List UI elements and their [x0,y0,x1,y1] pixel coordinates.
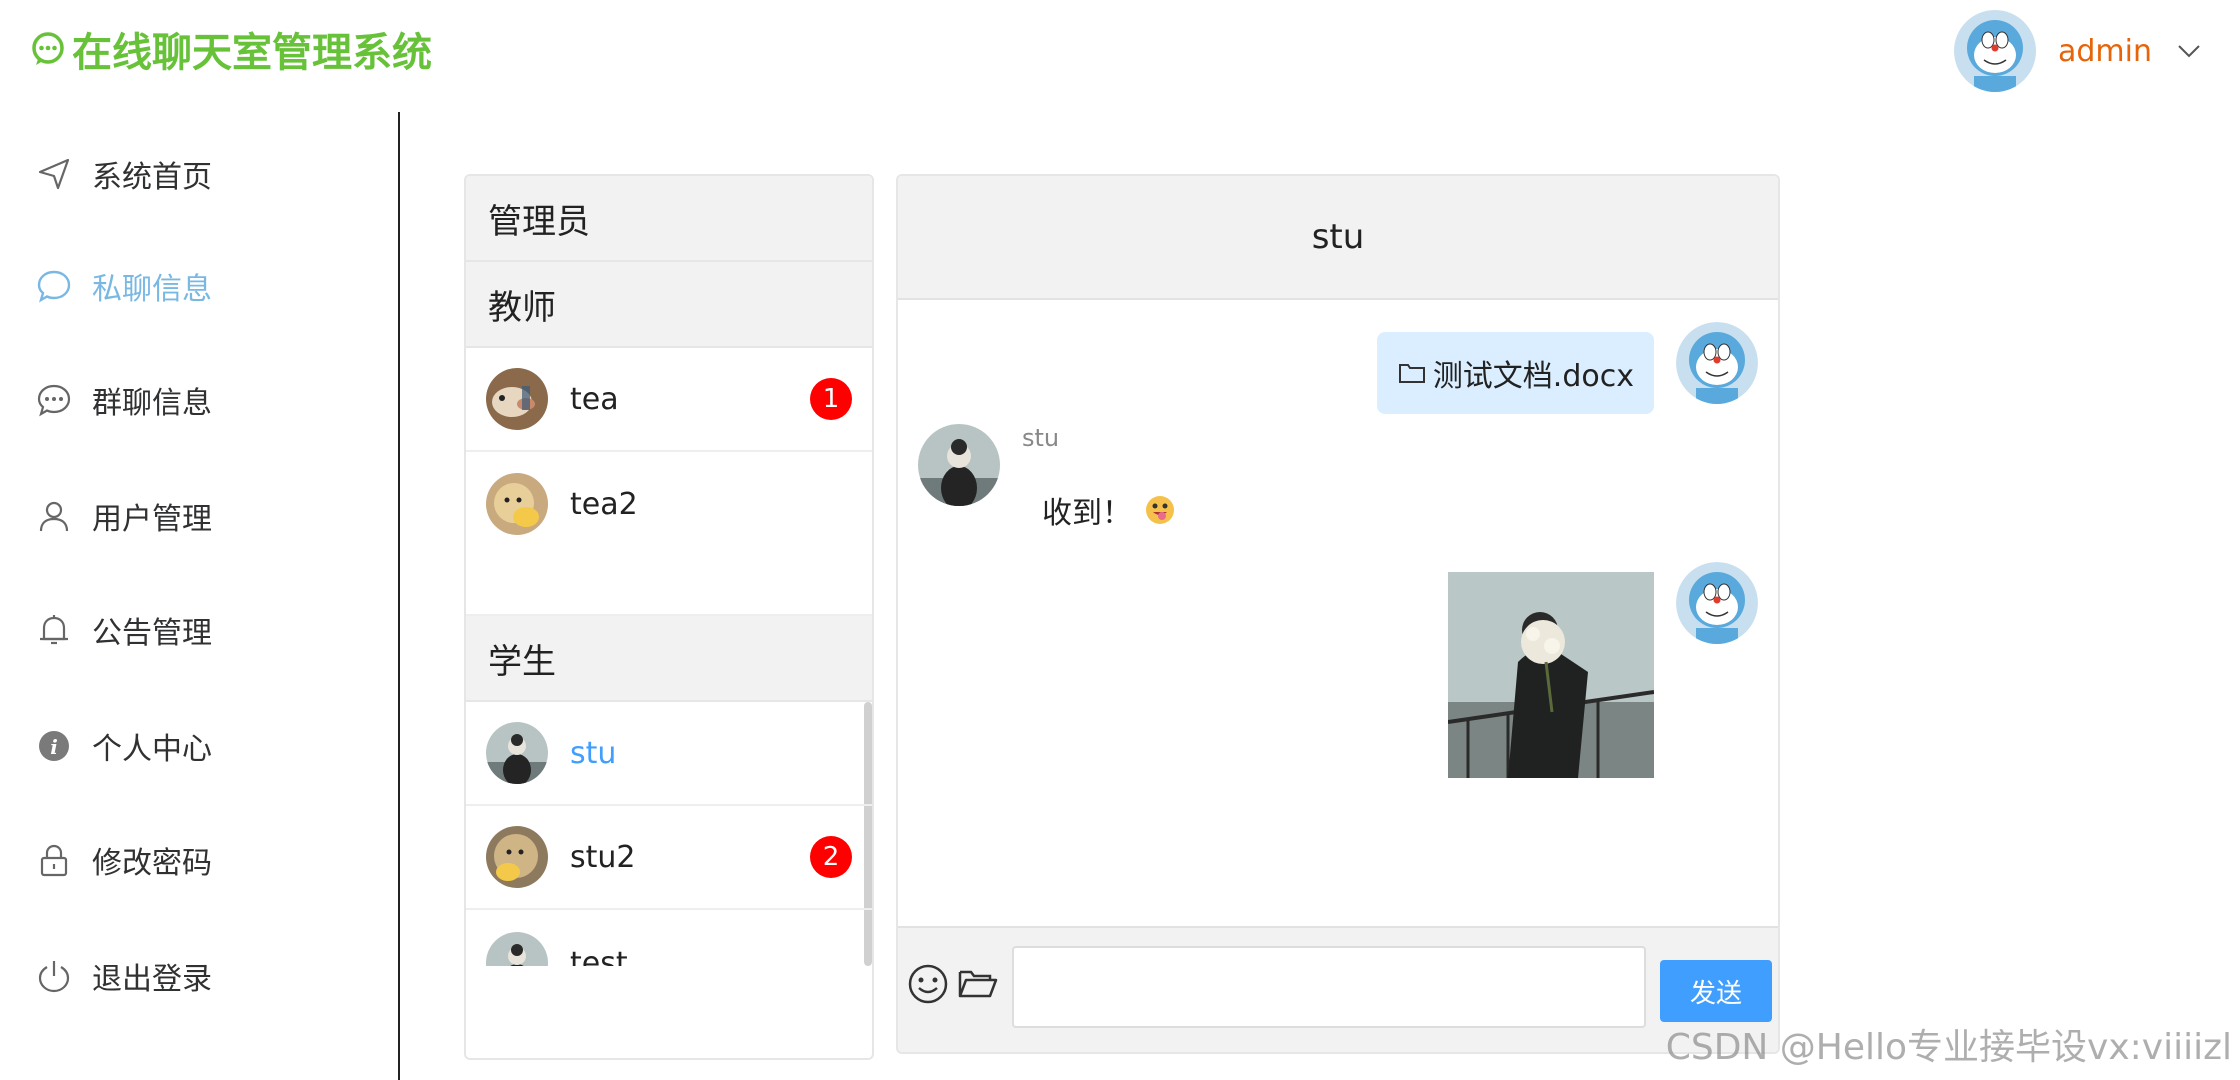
unread-badge: 1 [810,378,852,420]
sidebar-item-label: 修改密码 [92,846,212,881]
user-menu[interactable]: admin [1954,10,2204,92]
folder-open-icon[interactable] [956,962,1000,1006]
lock-icon [40,844,68,877]
sidebar-item-announcements[interactable]: 公告管理 [36,600,212,660]
sidebar-item-change-password[interactable]: 修改密码 [36,830,212,890]
student-list[interactable]: stu stu2 2 test [466,702,872,966]
group-admin-header[interactable]: 管理员 [466,176,872,262]
sidebar-item-private-chat[interactable]: 私聊信息 [36,256,212,316]
message-text: 收到！ [1042,496,1132,531]
sidebar-item-label: 私聊信息 [92,272,212,307]
avatar [486,826,548,888]
contact-name: tea [570,381,619,417]
watermark: CSDN @Hello专业接毕设vx:viiiizl [1665,1027,2232,1068]
sidebar-item-group-chat[interactable]: 群聊信息 [36,370,212,430]
contact-item-tea2[interactable]: tea2 [466,452,872,556]
message-input[interactable] [1012,946,1646,1028]
file-message-bubble[interactable]: 测试文档.docx [1376,332,1654,414]
group-teacher-header[interactable]: 教师 [466,262,872,348]
sidebar-item-label: 公告管理 [92,616,212,651]
chat-title: stu [898,176,1778,300]
contact-item-test[interactable]: test [466,910,872,966]
file-name: 测试文档.docx [1432,359,1634,394]
sidebar-item-home[interactable]: 系统首页 [36,144,212,204]
contact-name: stu2 [570,839,636,875]
folder-icon [1398,364,1425,383]
contact-item-stu[interactable]: stu [466,702,872,806]
avatar [486,722,548,784]
sidebar-item-user-management[interactable]: 用户管理 [36,486,212,546]
power-icon [38,961,70,993]
emoji-smile-icon[interactable] [906,962,950,1006]
sidebar-item-label: 群聊信息 [92,386,212,421]
avatar [486,368,548,430]
text-message: 收到！ [1042,488,1176,532]
avatar [486,932,548,966]
contact-name: stu [570,735,617,771]
sidebar-item-label: 用户管理 [92,502,212,537]
user-name[interactable]: admin [2058,34,2152,69]
sidebar-item-profile[interactable]: i 个人中心 [36,716,212,776]
avatar [486,473,548,535]
avatar [1676,322,1758,404]
chat-logo-icon [32,32,64,65]
tongue-out-emoji-icon [1146,496,1174,524]
svg-text:i: i [50,735,58,759]
chat-dots-icon [37,384,71,417]
sender-name: stu [1022,424,1060,452]
sidebar-item-label: 系统首页 [92,160,212,195]
contact-name: tea2 [570,486,638,522]
image-message[interactable] [1448,572,1654,778]
user-avatar[interactable] [1954,10,2036,92]
chat-panel: stu 测试文档.docx stu 收到！ 发送 [896,174,1780,1054]
chat-input-bar: 发送 [898,926,1778,1052]
bell-icon [40,615,68,645]
navigation-arrow-icon [38,158,70,190]
contact-name: test [570,946,628,966]
send-button[interactable]: 发送 [1660,960,1772,1022]
sidebar-item-label: 退出登录 [92,962,212,997]
contact-item-stu2[interactable]: stu2 2 [466,806,872,910]
user-icon [39,501,69,532]
app-logo: 在线聊天室管理系统 [30,20,432,78]
avatar [1676,562,1758,644]
avatar [918,424,1000,506]
app-header: 在线聊天室管理系统 admin [0,0,2240,105]
unread-badge: 2 [810,836,852,878]
contact-item-tea[interactable]: tea 1 [466,348,872,452]
chevron-down-icon[interactable] [2174,36,2204,66]
sidebar-item-logout[interactable]: 退出登录 [36,946,212,1006]
spacer [466,556,872,616]
message-list[interactable]: 测试文档.docx stu 收到！ [898,300,1778,930]
sidebar-item-label: 个人中心 [92,732,212,767]
info-icon: i [39,731,69,761]
sidebar: 系统首页 私聊信息 群聊信息 用户管理 公告管理 i 个人中心 修改密码 退出登… [0,112,400,1080]
contact-list-panel: 管理员 教师 tea 1 tea2 学生 stu stu2 2 test [464,174,874,1060]
chat-bubble-icon [37,270,71,303]
app-title: 在线聊天室管理系统 [72,30,432,76]
group-student-header[interactable]: 学生 [466,616,872,702]
